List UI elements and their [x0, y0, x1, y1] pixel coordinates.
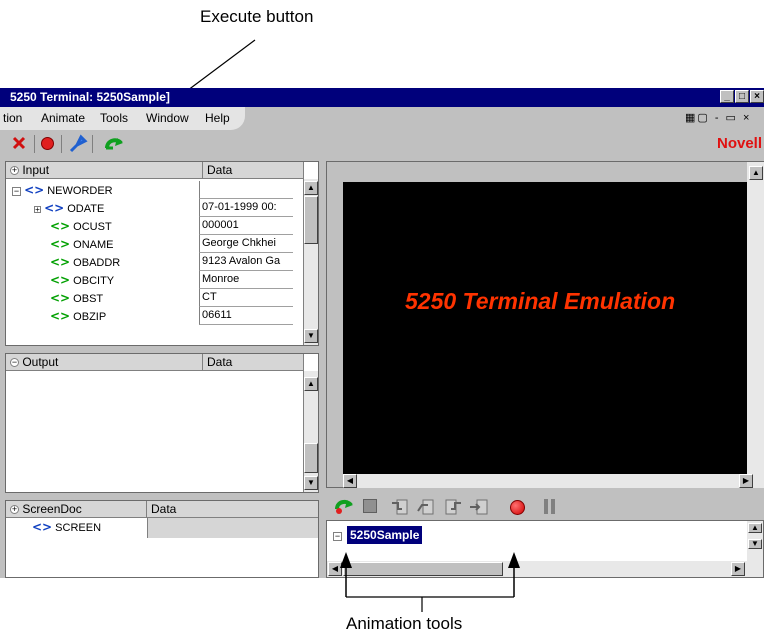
animation-callout-lines — [340, 552, 520, 612]
animation-callout-label: Animation tools — [346, 614, 463, 633]
